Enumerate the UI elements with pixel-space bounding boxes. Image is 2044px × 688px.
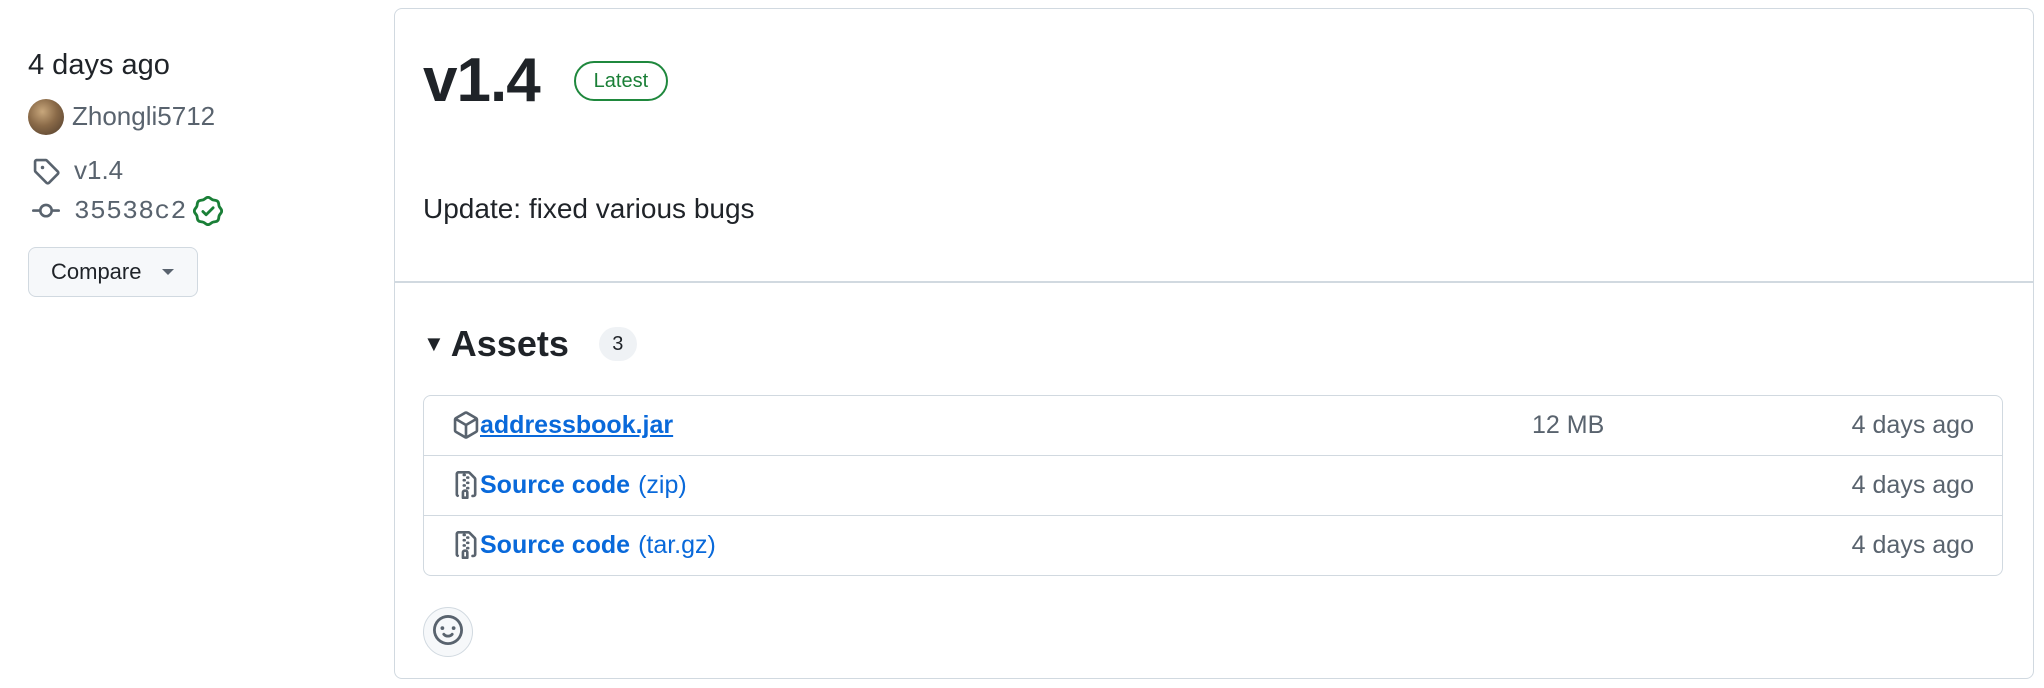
release-date: 4 days ago (28, 49, 170, 81)
triangle-down-icon (161, 267, 175, 277)
asset-format[interactable]: (zip) (638, 471, 687, 500)
file-zip-icon (452, 470, 480, 500)
compare-button[interactable]: Compare (28, 246, 199, 297)
smiley-icon (433, 614, 463, 650)
asset-name[interactable]: Source code (480, 531, 630, 560)
verified-icon[interactable] (192, 195, 223, 226)
asset-row: Source code (zip) 4 days ago (424, 455, 2002, 515)
assets-list: addressbook.jar 12 MB 4 days ago Source … (423, 395, 2003, 576)
release-title[interactable]: v1.4 (423, 45, 541, 116)
asset-name[interactable]: addressbook.jar (480, 411, 673, 440)
asset-link[interactable]: Source code (tar.gz) (480, 531, 716, 560)
assets-count-badge: 3 (598, 327, 637, 361)
divider (395, 281, 2033, 283)
release-header: v1.4 Latest (423, 45, 669, 116)
asset-link[interactable]: addressbook.jar (480, 411, 673, 440)
asset-date: 4 days ago (1851, 411, 1974, 439)
avatar[interactable] (28, 98, 64, 135)
asset-row: addressbook.jar 12 MB 4 days ago (424, 396, 2002, 455)
triangle-down-icon[interactable]: ▼ (423, 331, 445, 357)
latest-badge: Latest (573, 60, 669, 101)
asset-row: Source code (tar.gz) 4 days ago (424, 515, 2002, 575)
release-sidebar: 4 days ago Zhongli5712 v1.4 35538c2 Comp… (28, 48, 368, 297)
asset-format[interactable]: (tar.gz) (638, 531, 716, 560)
asset-date: 4 days ago (1851, 471, 1974, 499)
commit-link[interactable]: 35538c2 (74, 196, 187, 226)
tag-row[interactable]: v1.4 (28, 153, 368, 189)
package-icon (452, 410, 480, 440)
asset-link[interactable]: Source code (zip) (480, 471, 687, 500)
asset-name[interactable]: Source code (480, 471, 630, 500)
asset-size: 12 MB (1532, 411, 1605, 439)
commit-row[interactable]: 35538c2 (28, 193, 368, 229)
git-commit-icon (28, 193, 64, 229)
release-notes: Update: fixed various bugs (423, 193, 755, 224)
release-card: v1.4 Latest Update: fixed various bugs ▼… (394, 8, 2034, 679)
compare-label: Compare (51, 258, 142, 284)
file-zip-icon (452, 530, 480, 560)
tag-link[interactable]: v1.4 (74, 155, 123, 186)
assets-title[interactable]: Assets (451, 323, 569, 365)
add-reaction-button[interactable] (423, 607, 473, 657)
tag-icon (28, 153, 64, 189)
assets-header[interactable]: ▼ Assets 3 (423, 323, 637, 365)
author-link[interactable]: Zhongli5712 (72, 101, 215, 132)
author-row[interactable]: Zhongli5712 (28, 98, 368, 135)
asset-date: 4 days ago (1851, 531, 1974, 559)
